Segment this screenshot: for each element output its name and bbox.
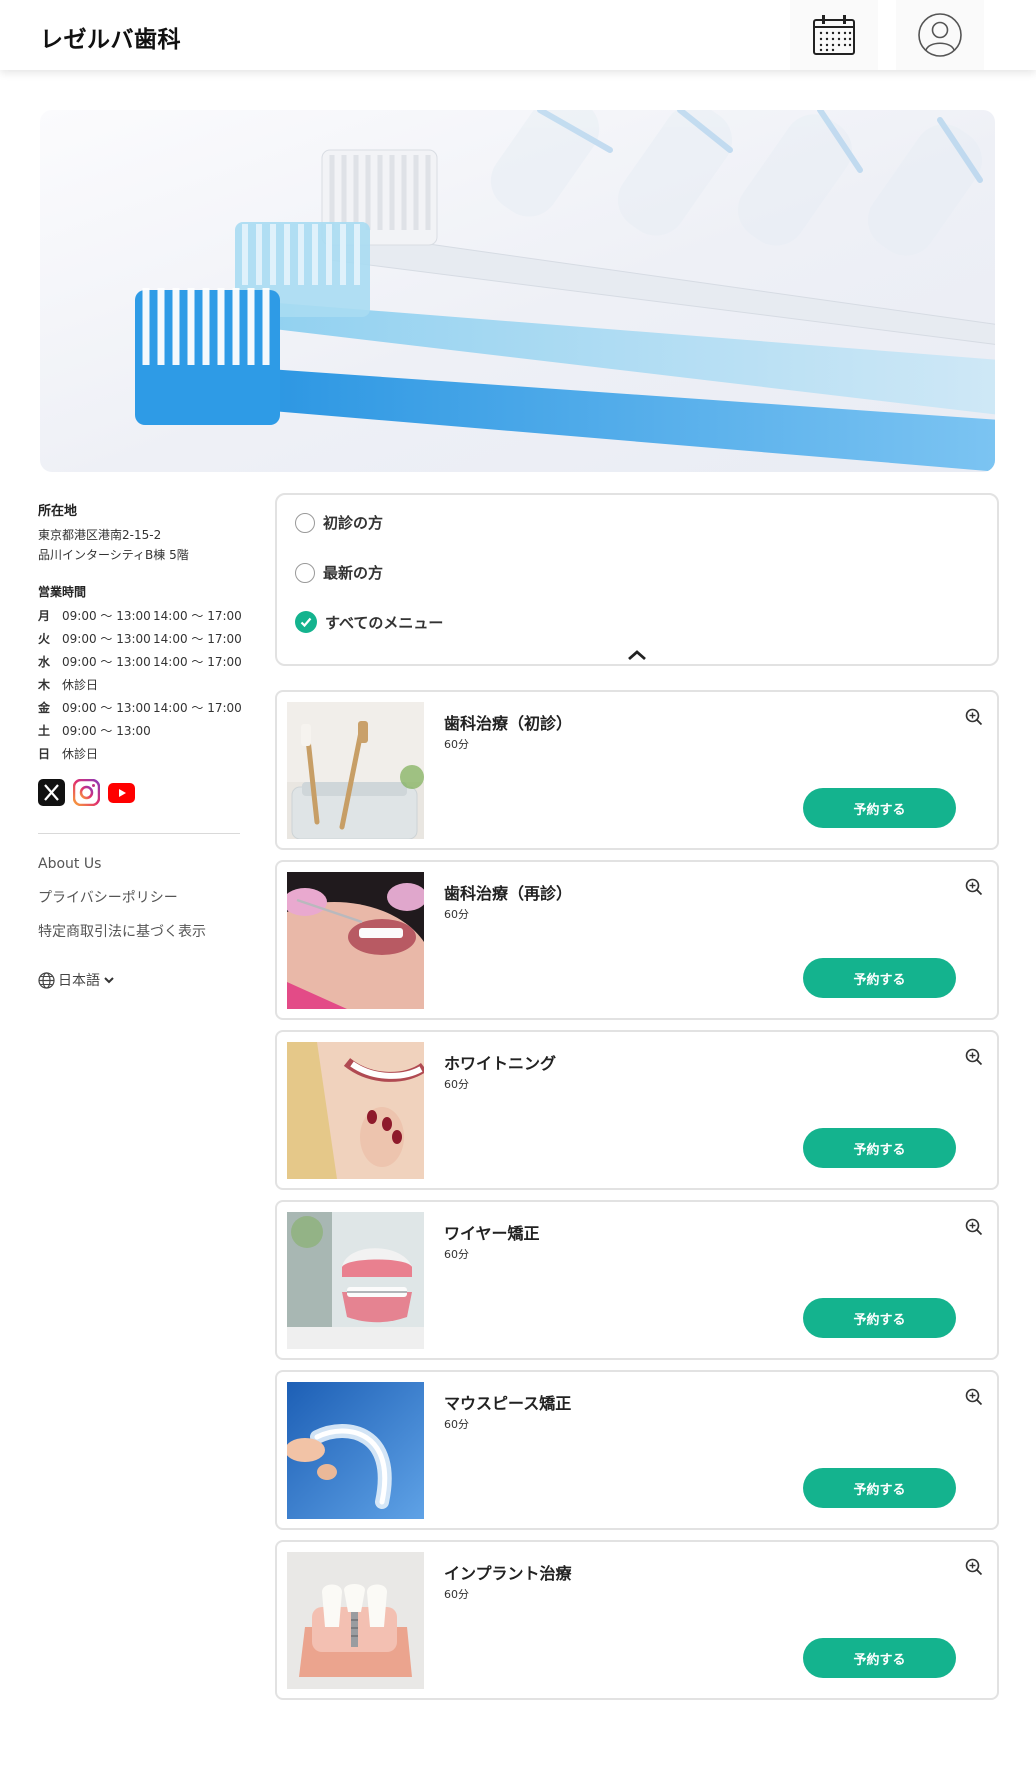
language-label: 日本語	[58, 973, 100, 989]
menu-title: 歯科治療（初診）	[444, 714, 573, 733]
hours-row: 金 09:00 ～ 13:00 14:00 ～ 17:00	[38, 701, 242, 715]
book-button[interactable]: 予約する	[803, 788, 956, 828]
zoom-in-icon[interactable]	[965, 1388, 983, 1406]
filter-newest[interactable]: 最新の方	[295, 562, 383, 583]
book-button[interactable]: 予約する	[803, 1468, 956, 1508]
menu-thumbnail	[287, 702, 424, 839]
hours-row: 土 09:00 ～ 13:00	[38, 724, 151, 738]
menu-card[interactable]: ホワイトニング 60分 予約する	[275, 1030, 999, 1190]
zoom-in-icon[interactable]	[965, 1048, 983, 1066]
filter-all-menus[interactable]: すべてのメニュー	[295, 611, 443, 633]
language-selector[interactable]: 日本語	[38, 970, 243, 990]
radio-unchecked[interactable]	[295, 512, 315, 533]
calendar-button[interactable]	[790, 0, 878, 70]
hours-title: 営業時間	[38, 585, 87, 599]
menu-duration: 60分	[444, 1248, 469, 1261]
zoom-in-icon[interactable]	[965, 708, 983, 726]
zoom-in-icon[interactable]	[965, 1218, 983, 1236]
privacy-policy-link[interactable]: プライバシーポリシー	[38, 888, 243, 908]
address-line2: 品川インターシティB棟 5階	[38, 548, 189, 562]
about-us-link[interactable]: About Us	[38, 854, 243, 874]
hours-table: 月 09:00 ～ 13:00 14:00 ～ 17:00 火 09:00 ～ 13:…	[38, 604, 243, 765]
menu-duration: 60分	[444, 1078, 469, 1091]
location-title: 所在地	[38, 504, 78, 519]
book-button[interactable]: 予約する	[803, 958, 956, 998]
menu-thumbnail	[287, 1552, 424, 1689]
zoom-in-icon[interactable]	[965, 1558, 983, 1576]
menu-duration: 60分	[444, 1418, 469, 1431]
sidebar-divider	[38, 833, 240, 834]
app-header: レゼルバ歯科	[0, 0, 1036, 70]
instagram-icon[interactable]	[73, 779, 100, 806]
menu-duration: 60分	[444, 908, 469, 921]
menu-card[interactable]: マウスピース矯正 60分 予約する	[275, 1370, 999, 1530]
user-account-icon	[918, 13, 962, 57]
menu-card[interactable]: インプラント治療 60分 予約する	[275, 1540, 999, 1700]
menu-title: インプラント治療	[444, 1564, 572, 1583]
chevron-up-icon[interactable]	[626, 648, 648, 662]
x-icon[interactable]	[38, 779, 65, 806]
social-links	[38, 779, 243, 806]
menu-thumbnail	[287, 1212, 424, 1349]
radio-unchecked[interactable]	[295, 562, 315, 583]
menu-card[interactable]: ワイヤー矯正 60分 予約する	[275, 1200, 999, 1360]
address-line1: 東京都港区港南2-15-2	[38, 528, 162, 542]
book-button[interactable]: 予約する	[803, 1298, 956, 1338]
menu-duration: 60分	[444, 738, 469, 751]
filter-first-visit[interactable]: 初診の方	[295, 512, 383, 533]
menu-title: 歯科治療（再診）	[444, 884, 573, 903]
clinic-info-sidebar: 所在地 東京都港区港南2-15-2 品川インターシティB棟 5階 営業時間 月0…	[38, 500, 243, 990]
hours-row: 火 09:00 ～ 13:00 14:00 ～ 17:00	[38, 632, 242, 646]
menu-title: ワイヤー矯正	[444, 1224, 540, 1243]
user-account-button[interactable]	[896, 0, 984, 70]
hours-row: 月 09:00 ～ 13:00 14:00 ～ 17:00	[38, 609, 242, 623]
hero-image	[40, 110, 995, 472]
calendar-icon	[813, 15, 855, 55]
book-button[interactable]: 予約する	[803, 1128, 956, 1168]
check-circle-icon[interactable]	[295, 611, 317, 633]
zoom-in-icon[interactable]	[965, 878, 983, 896]
menu-duration: 60分	[444, 1588, 469, 1601]
menu-thumbnail	[287, 1042, 424, 1179]
chevron-down-icon	[104, 977, 114, 984]
menu-card[interactable]: 歯科治療（再診） 60分 予約する	[275, 860, 999, 1020]
menu-filter-panel: 初診の方 最新の方 すべてのメニュー	[275, 493, 999, 666]
commercial-law-link[interactable]: 特定商取引法に基づく表示	[38, 922, 243, 942]
globe-icon	[38, 971, 55, 989]
menu-card[interactable]: 歯科治療（初診） 60分 予約する	[275, 690, 999, 850]
hours-row: 木休診日	[38, 678, 99, 692]
book-button[interactable]: 予約する	[803, 1638, 956, 1678]
menu-title: ホワイトニング	[444, 1054, 557, 1073]
clinic-logo[interactable]: レゼルバ歯科	[40, 20, 181, 54]
youtube-icon[interactable]	[108, 779, 135, 806]
menu-thumbnail	[287, 1382, 424, 1519]
menu-thumbnail	[287, 872, 424, 1009]
hours-row: 水 09:00 ～ 13:00 14:00 ～ 17:00	[38, 655, 242, 669]
hours-row: 日休診日	[38, 747, 99, 761]
menu-title: マウスピース矯正	[444, 1394, 572, 1413]
